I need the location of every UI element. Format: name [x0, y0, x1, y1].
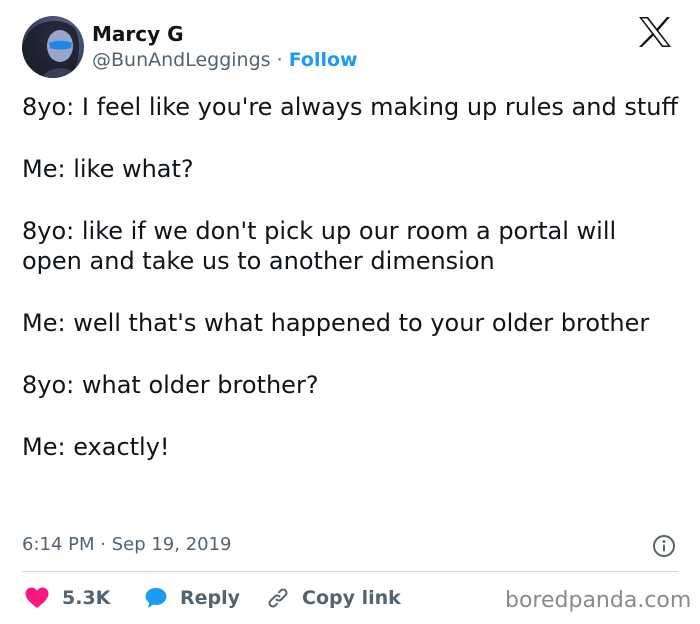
- copy-link-button[interactable]: Copy link: [266, 584, 401, 612]
- like-count: 5.3K: [62, 587, 111, 609]
- copy-link-label: Copy link: [302, 587, 401, 609]
- tweet-paragraph: 8yo: like if we don't pick up our room a…: [22, 217, 617, 275]
- speech-bubble-icon: [144, 586, 168, 610]
- like-button[interactable]: 5.3K: [24, 584, 110, 612]
- author-name[interactable]: Marcy G: [92, 22, 184, 46]
- author-handle-line: @BunAndLeggings · Follow: [92, 48, 358, 72]
- tweet-timestamp[interactable]: 6:14 PM · Sep 19, 2019: [22, 533, 232, 557]
- tweet-paragraph: Me: well that's what happened to your ol…: [22, 309, 650, 337]
- info-icon[interactable]: [652, 534, 676, 558]
- tweet-paragraph: Me: exactly!: [22, 433, 170, 461]
- author-handle[interactable]: @BunAndLeggings: [92, 49, 271, 71]
- link-icon: [266, 586, 290, 610]
- tweet-text: 8yo: I feel like you're always making up…: [22, 92, 682, 462]
- reply-button[interactable]: Reply: [144, 584, 240, 612]
- follow-button[interactable]: Follow: [289, 49, 358, 71]
- tweet-paragraph: Me: like what?: [22, 155, 194, 183]
- tweet-paragraph: 8yo: what older brother?: [22, 371, 319, 399]
- reply-label: Reply: [180, 587, 241, 609]
- watermark: boredpanda.com: [505, 588, 692, 613]
- tweet-paragraph: 8yo: I feel like you're always making up…: [22, 93, 678, 121]
- divider: [22, 571, 678, 572]
- avatar[interactable]: [22, 16, 84, 78]
- handle-separator: ·: [270, 49, 289, 71]
- heart-icon: [24, 586, 50, 610]
- x-logo-icon[interactable]: [638, 16, 672, 48]
